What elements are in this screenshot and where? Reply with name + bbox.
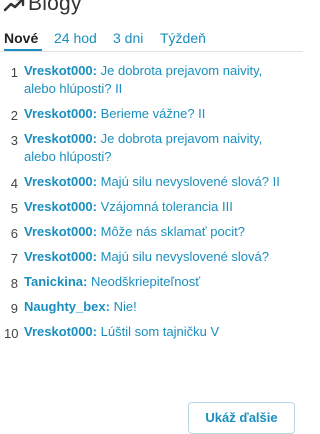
tab-3-dni[interactable]: 3 dni [113,30,143,46]
list-item: 4 Vreskot000: Majú silu nevyslovené slov… [0,173,303,191]
blog-title: Majú silu nevyslovené slová? II [100,174,280,189]
blog-link[interactable]: Vreskot000: Môže nás sklamať pocit? [24,223,293,241]
period-tabs: Nové 24 hod 3 dni Týždeň [0,28,303,52]
item-rank: 5 [10,201,18,216]
blog-list: 1 Vreskot000: Je dobrota prejavom naivit… [0,62,303,348]
blog-link[interactable]: Vreskot000: Majú silu nevyslovené slová? [24,248,293,266]
tab-tyzden[interactable]: Týždeň [160,30,206,46]
blog-link[interactable]: Naughty_bex: Nie! [24,298,293,316]
blog-title: Nie! [113,299,137,314]
show-more-button[interactable]: Ukáž ďalšie [188,402,295,434]
item-rank: 3 [10,133,18,148]
blogs-header: Blogy [0,0,82,18]
blog-title: Majú silu nevyslovené slová? [100,249,269,264]
tab-24-hod[interactable]: 24 hod [54,30,97,46]
item-rank: 2 [10,108,18,123]
blog-link[interactable]: Vreskot000: Lúštil som tajničku V [24,323,293,341]
tab-nove[interactable]: Nové [4,30,38,46]
list-item: 3 Vreskot000: Je dobrota prejavom naivit… [0,130,303,166]
list-item: 6 Vreskot000: Môže nás sklamať pocit? [0,223,303,241]
blog-title: Môže nás sklamať pocit? [100,224,245,239]
author: Vreskot000: [24,63,97,78]
item-rank: 9 [10,301,18,316]
item-rank: 8 [10,276,18,291]
list-item: 2 Vreskot000: Berieme vážne? II [0,105,303,123]
blog-title: Berieme vážne? II [100,106,206,121]
list-item: 8 Tanickina: Neodškriepiteľnosť [0,273,303,291]
blog-link[interactable]: Vreskot000: Vzájomná tolerancia III [24,198,293,216]
item-rank: 7 [10,251,18,266]
page-title: Blogy [28,0,82,15]
author: Naughty_bex: [24,299,110,314]
blog-title: Neodškriepiteľnosť [90,274,201,289]
blog-link[interactable]: Vreskot000: Je dobrota prejavom naivity,… [24,62,293,98]
item-rank: 1 [10,65,18,80]
list-item: 10 Vreskot000: Lúštil som tajničku V [0,323,303,341]
item-rank: 10 [4,326,19,341]
author: Vreskot000: [24,224,97,239]
item-rank: 6 [10,226,18,241]
list-item: 7 Vreskot000: Majú silu nevyslovené slov… [0,248,303,266]
author: Tanickina: [24,274,88,289]
author: Vreskot000: [24,131,97,146]
blog-link[interactable]: Vreskot000: Majú silu nevyslovené slová?… [24,173,293,191]
blog-link[interactable]: Tanickina: Neodškriepiteľnosť [24,273,293,291]
blog-title: Vzájomná tolerancia III [100,199,233,214]
blog-title: Lúštil som tajničku V [100,324,220,339]
author: Vreskot000: [24,324,97,339]
trend-icon [3,0,25,12]
list-item: 9 Naughty_bex: Nie! [0,298,303,316]
list-item: 5 Vreskot000: Vzájomná tolerancia III [0,198,303,216]
blog-link[interactable]: Vreskot000: Berieme vážne? II [24,105,293,123]
author: Vreskot000: [24,249,97,264]
list-item: 1 Vreskot000: Je dobrota prejavom naivit… [0,62,303,98]
author: Vreskot000: [24,174,97,189]
divider [0,51,303,52]
author: Vreskot000: [24,106,97,121]
blog-link[interactable]: Vreskot000: Je dobrota prejavom naivity,… [24,130,293,166]
item-rank: 4 [10,176,18,191]
author: Vreskot000: [24,199,97,214]
